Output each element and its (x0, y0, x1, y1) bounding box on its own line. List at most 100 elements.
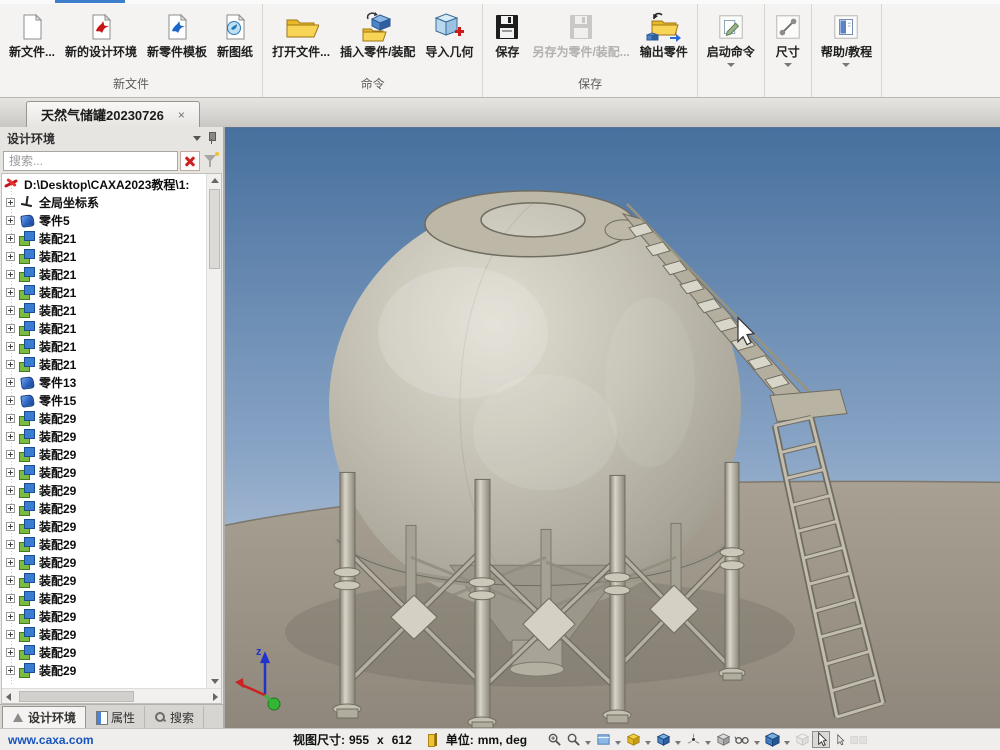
view-plane-icon[interactable] (594, 731, 612, 748)
expand-plus-icon[interactable] (6, 522, 15, 531)
zoom-window-icon[interactable] (564, 731, 582, 748)
dropdown-caret-icon[interactable] (585, 741, 591, 745)
panel-dropdown-icon[interactable] (193, 136, 201, 141)
expand-plus-icon[interactable] (6, 594, 15, 603)
tab-search[interactable]: 搜索 (145, 706, 204, 728)
tree-row[interactable]: 装配21 (2, 229, 206, 247)
shaded-display-icon[interactable] (714, 731, 732, 748)
tree-row[interactable]: 装配21 (2, 337, 206, 355)
new-part-template-button[interactable]: 新零件模板 (142, 8, 212, 61)
search-filter-icon[interactable] (202, 151, 220, 171)
tree-row[interactable]: 装配29 (2, 607, 206, 625)
save-button[interactable]: 保存 (487, 8, 527, 61)
extra-tools-icon[interactable] (850, 731, 868, 748)
tree-row[interactable]: 装配29 (2, 643, 206, 661)
dropdown-caret-icon[interactable] (675, 741, 681, 745)
tree-row[interactable]: 装配29 (2, 409, 206, 427)
tree-row[interactable]: 装配29 (2, 481, 206, 499)
origin-display-icon[interactable] (684, 731, 702, 748)
3d-viewport[interactable]: z (225, 127, 1000, 728)
expand-plus-icon[interactable] (6, 234, 15, 243)
tree-row[interactable]: 装配29 (2, 445, 206, 463)
expand-plus-icon[interactable] (6, 414, 15, 423)
new-drawing-button[interactable]: 新图纸 (212, 8, 258, 61)
select-alt-tool-icon[interactable] (831, 731, 849, 748)
import-geometry-button[interactable]: 导入几何 (420, 8, 478, 61)
tree-row[interactable]: 装配21 (2, 247, 206, 265)
expand-plus-icon[interactable] (6, 378, 15, 387)
tree-row[interactable]: 装配29 (2, 535, 206, 553)
expand-plus-icon[interactable] (6, 288, 15, 297)
tree-row[interactable]: 装配21 (2, 265, 206, 283)
tree-row[interactable]: 全局坐标系 (2, 193, 206, 211)
export-part-button[interactable]: 输出零件 (635, 8, 693, 61)
expand-plus-icon[interactable] (6, 306, 15, 315)
expand-plus-icon[interactable] (6, 360, 15, 369)
tree-horizontal-scrollbar[interactable] (2, 688, 221, 703)
dropdown-caret-icon[interactable] (615, 741, 621, 745)
ghost-mode-icon[interactable] (793, 731, 811, 748)
zoom-in-icon[interactable] (545, 731, 563, 748)
help-tutorial-button[interactable]: 帮助/教程 (816, 8, 877, 68)
horizontal-scroll-thumb[interactable] (19, 691, 134, 702)
tree-row[interactable]: D:\Desktop\CAXA2023教程\1: (2, 175, 206, 193)
tree-row[interactable]: 装配21 (2, 283, 206, 301)
dimensions-button[interactable]: 尺寸 (769, 8, 807, 68)
tab-design-environment[interactable]: 设计环境 (2, 706, 86, 728)
scroll-down-icon[interactable] (208, 675, 221, 688)
tree-row[interactable]: 装配29 (2, 661, 206, 679)
dimensions-dropdown-icon[interactable] (784, 63, 792, 67)
tree-row[interactable]: 装配21 (2, 301, 206, 319)
expand-plus-icon[interactable] (6, 648, 15, 657)
expand-plus-icon[interactable] (6, 504, 15, 513)
vertical-scroll-thumb[interactable] (209, 189, 220, 269)
expand-plus-icon[interactable] (6, 432, 15, 441)
help-tutorial-dropdown-icon[interactable] (842, 63, 850, 67)
tab-close-icon[interactable]: × (178, 108, 185, 122)
open-file-button[interactable]: 打开文件... (267, 8, 335, 61)
expand-plus-icon[interactable] (6, 198, 15, 207)
dropdown-caret-icon[interactable] (645, 741, 651, 745)
expand-plus-icon[interactable] (6, 612, 15, 621)
expand-plus-icon[interactable] (6, 558, 15, 567)
dropdown-caret-icon[interactable] (754, 741, 760, 745)
caxa-website-link[interactable]: www.caxa.com (8, 733, 158, 747)
expand-plus-icon[interactable] (6, 486, 15, 495)
insert-part-assembly-button[interactable]: 插入零件/装配 (335, 8, 420, 61)
tab-properties[interactable]: 属性 (86, 706, 145, 728)
save-as-button[interactable]: 另存为零件/装配... (527, 8, 634, 61)
expand-plus-icon[interactable] (6, 540, 15, 549)
tree-row[interactable]: 装配29 (2, 553, 206, 571)
new-design-environment-button[interactable]: 新的设计环境 (60, 8, 142, 61)
dropdown-caret-icon[interactable] (784, 741, 790, 745)
iso-view-icon[interactable] (654, 731, 672, 748)
expand-plus-icon[interactable] (6, 450, 15, 459)
dropdown-caret-icon[interactable] (705, 741, 711, 745)
launch-command-dropdown-icon[interactable] (727, 63, 735, 67)
new-file-button[interactable]: 新文件... (4, 8, 60, 61)
tree-row[interactable]: 零件13 (2, 373, 206, 391)
tree-row[interactable]: 装配29 (2, 571, 206, 589)
search-input[interactable] (3, 151, 178, 171)
tree-row[interactable]: 装配29 (2, 499, 206, 517)
expand-plus-icon[interactable] (6, 216, 15, 225)
expand-plus-icon[interactable] (6, 252, 15, 261)
tree-row[interactable]: 装配29 (2, 589, 206, 607)
scroll-up-icon[interactable] (208, 174, 221, 187)
tree-row[interactable]: 装配29 (2, 427, 206, 445)
launch-command-button[interactable]: 启动命令 (702, 8, 760, 68)
expand-plus-icon[interactable] (6, 324, 15, 333)
tree-row[interactable]: 装配21 (2, 355, 206, 373)
render-mode-icon[interactable] (763, 731, 781, 748)
expand-plus-icon[interactable] (6, 666, 15, 675)
search-clear-icon[interactable] (180, 151, 200, 171)
scroll-left-icon[interactable] (2, 690, 15, 703)
expand-plus-icon[interactable] (6, 630, 15, 639)
expand-plus-icon[interactable] (6, 468, 15, 477)
expand-plus-icon[interactable] (6, 576, 15, 585)
tree-row[interactable]: 装配29 (2, 625, 206, 643)
tree-row[interactable]: 零件5 (2, 211, 206, 229)
expand-plus-icon[interactable] (6, 342, 15, 351)
document-tab[interactable]: 天然气储罐20230726 × (26, 101, 200, 127)
tree-vertical-scrollbar[interactable] (206, 174, 221, 688)
